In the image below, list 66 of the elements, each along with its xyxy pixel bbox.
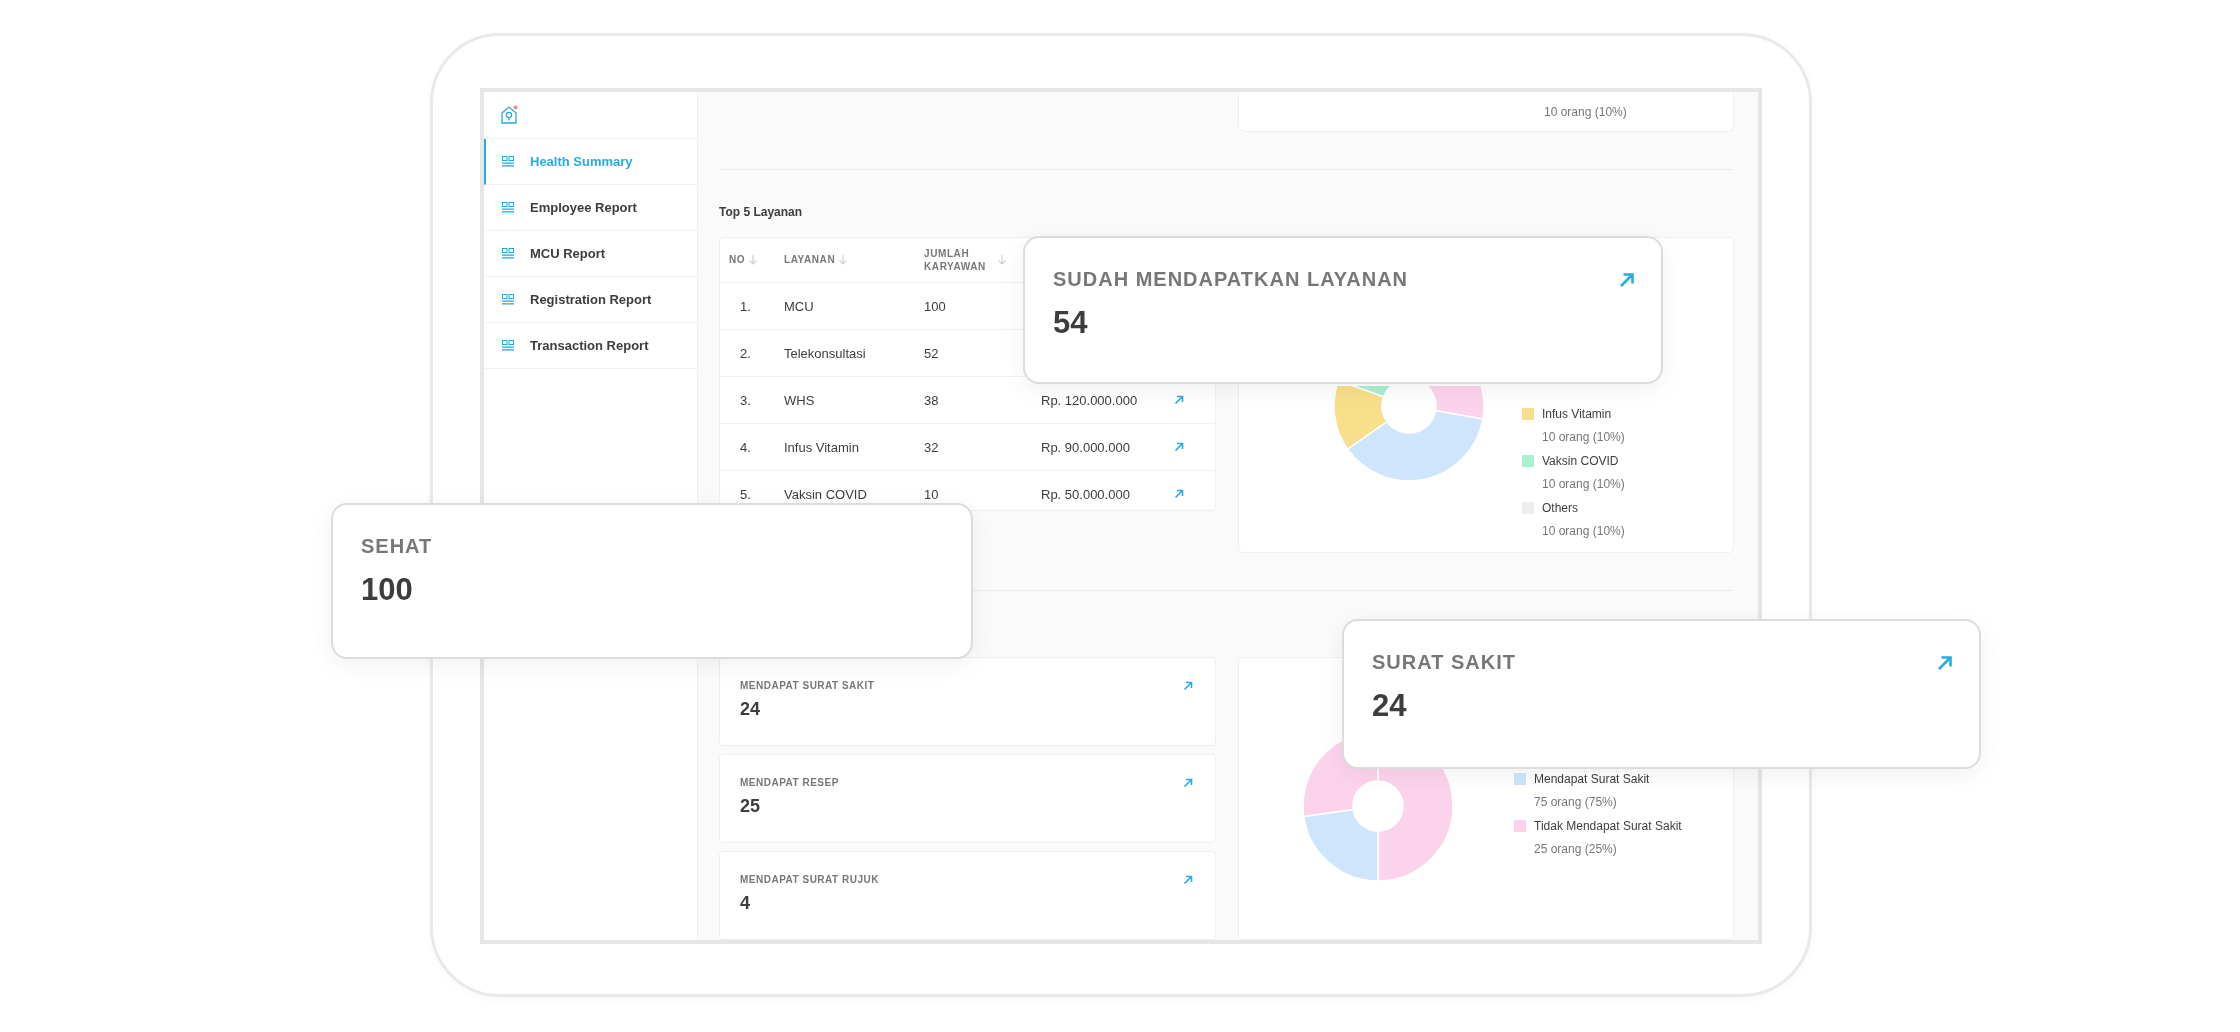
table-cell: MCU bbox=[784, 298, 814, 314]
section-title: Top 5 Layanan bbox=[719, 205, 804, 219]
sort-icon[interactable] bbox=[839, 255, 848, 265]
legend-label: Infus Vitamin bbox=[1542, 407, 1612, 421]
legend-label: Tidak Mendapat Surat Sakit bbox=[1534, 819, 1682, 833]
legend-value: 25 orang (25%) bbox=[1533, 842, 1618, 856]
table-cell-text: 2. bbox=[739, 345, 751, 361]
stat-label: SURAT SAKIT bbox=[1372, 651, 1516, 674]
table-cell: Telekonsultasi bbox=[784, 345, 866, 361]
stat-label: SEHAT bbox=[361, 535, 433, 558]
table-cell: 100 bbox=[924, 298, 946, 314]
table-cell-text: 1. bbox=[739, 298, 751, 314]
legend-value: 75 orang (75%) bbox=[1533, 795, 1618, 809]
arrow-icon[interactable] bbox=[1174, 442, 1184, 452]
stat-label: SUDAH MENDAPATKAN LAYANAN bbox=[1053, 268, 1409, 291]
column-header[interactable]: LAYANAN bbox=[784, 253, 836, 267]
table-cell-text: 3. bbox=[739, 392, 751, 408]
table-cell: 32 bbox=[924, 439, 939, 455]
legend-value: 10 orang (10%) bbox=[1541, 477, 1625, 491]
arrow-icon[interactable] bbox=[1183, 874, 1193, 885]
sort-icon[interactable] bbox=[749, 255, 758, 265]
arrow-icon[interactable] bbox=[1183, 777, 1193, 788]
stat-label: MENDAPAT SURAT SAKIT bbox=[740, 680, 875, 691]
table-cell: 52 bbox=[924, 345, 939, 361]
arrow-icon[interactable] bbox=[1937, 654, 1953, 671]
dashboard-icon bbox=[502, 248, 514, 259]
legend-value: 10 orang (10%) bbox=[1544, 104, 1627, 119]
sidebar-item[interactable]: Registration Report bbox=[484, 277, 697, 323]
table-cell-text: 5. bbox=[739, 486, 751, 502]
table-cell: Rp. 120.000.000 bbox=[1041, 392, 1138, 408]
table-cell: 38 bbox=[924, 392, 939, 408]
table-cell-text: 4. bbox=[739, 439, 751, 455]
legend-label: Others bbox=[1542, 501, 1578, 515]
dashboard-icon bbox=[502, 202, 514, 213]
table-cell: Rp. 50.000.000 bbox=[1041, 486, 1130, 502]
sidebar-item[interactable]: MCU Report bbox=[484, 231, 697, 277]
arrow-icon[interactable] bbox=[1174, 395, 1184, 405]
arrow-icon[interactable] bbox=[1174, 489, 1184, 499]
legend-value: 10 orang (10%) bbox=[1541, 524, 1625, 538]
dashboard-icon bbox=[502, 156, 514, 167]
sidebar-item[interactable]: Employee Report bbox=[484, 185, 697, 231]
stat-value: 54 bbox=[1053, 305, 1089, 341]
table-cell: 10 bbox=[924, 486, 939, 502]
legend-value: 10 orang (10%) bbox=[1541, 430, 1625, 444]
stat-value: 24 bbox=[740, 699, 762, 720]
legend-label: Mendapat Surat Sakit bbox=[1534, 772, 1650, 786]
column-header[interactable]: NO bbox=[729, 253, 746, 267]
stat-value: 4 bbox=[740, 893, 751, 914]
dashboard-icon bbox=[502, 340, 514, 351]
sort-icon[interactable] bbox=[998, 255, 1006, 265]
stat-label: MENDAPAT RESEP bbox=[740, 777, 839, 788]
stat-label: MENDAPAT SURAT RUJUK bbox=[740, 874, 879, 885]
table-cell: WHS bbox=[784, 392, 815, 408]
stat-value: 100 bbox=[361, 572, 414, 608]
legend-label: Vaksin COVID bbox=[1542, 454, 1619, 468]
column-header[interactable]: JUMLAH KARYAWAN bbox=[924, 246, 994, 274]
table-cell: Vaksin COVID bbox=[784, 486, 867, 502]
stat-value: 25 bbox=[740, 796, 762, 817]
sidebar-item[interactable]: Transaction Report bbox=[484, 323, 697, 369]
stat-value: 24 bbox=[1372, 688, 1408, 724]
table-cell: Infus Vitamin bbox=[784, 439, 859, 455]
arrow-icon[interactable] bbox=[1619, 271, 1635, 288]
dashboard-icon bbox=[502, 294, 514, 305]
logo-icon bbox=[500, 105, 518, 125]
arrow-icon[interactable] bbox=[1183, 680, 1193, 691]
table-cell: Rp. 90.000.000 bbox=[1041, 439, 1130, 455]
